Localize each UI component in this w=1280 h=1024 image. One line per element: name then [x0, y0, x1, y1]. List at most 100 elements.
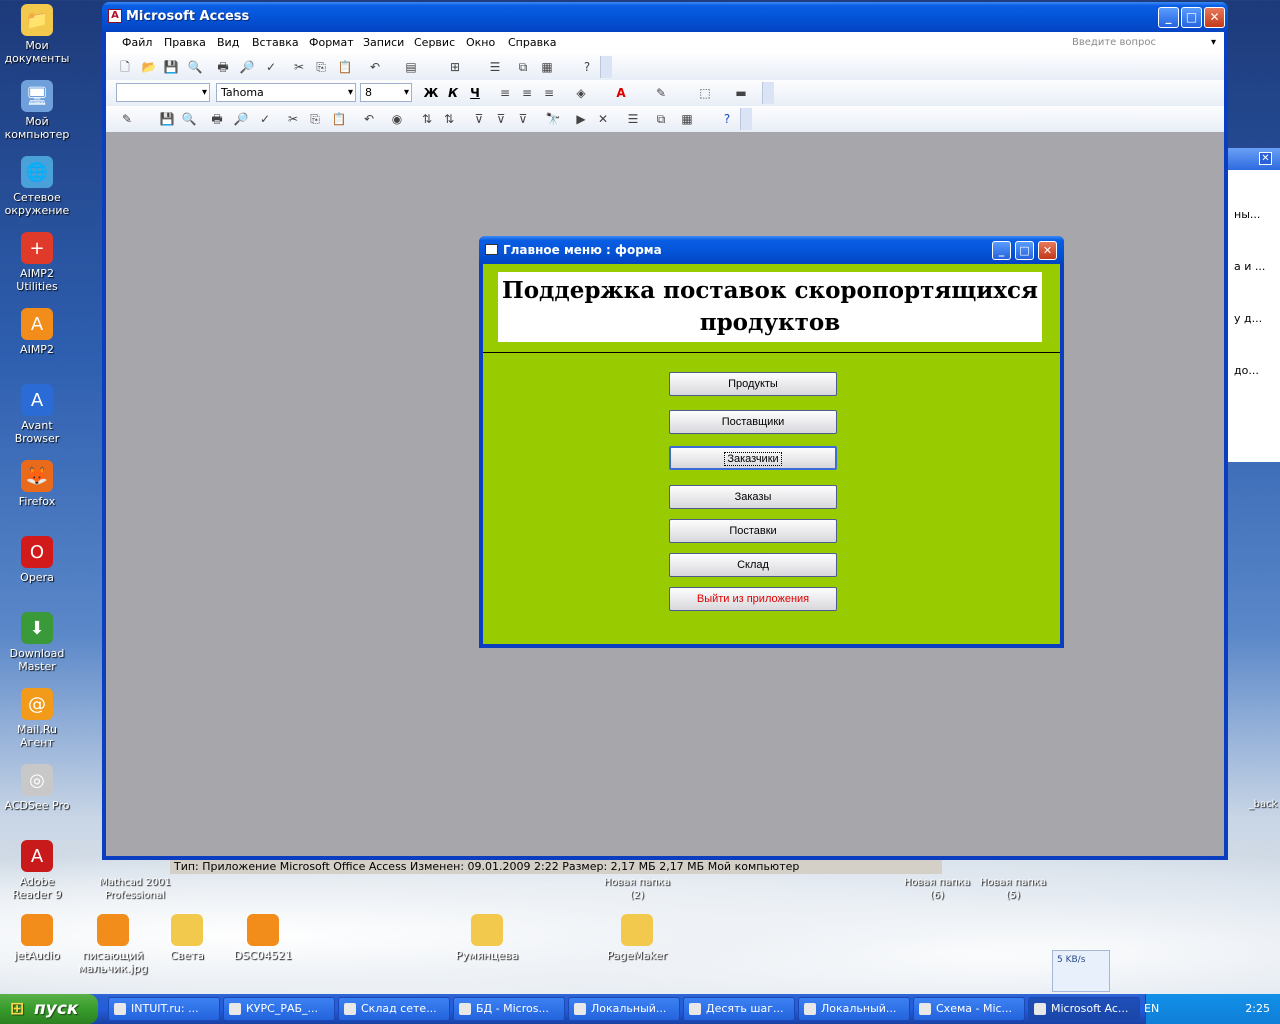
desktop-icon-label[interactable]: Mathcad 2001 Professional: [98, 876, 172, 902]
menu-edit[interactable]: Правка: [164, 36, 206, 49]
close-icon[interactable]: ✕: [1259, 152, 1272, 165]
desktop-icon[interactable]: @ Mail.Ru Агент: [0, 688, 74, 749]
office-links-icon[interactable]: ▤: [402, 58, 420, 76]
open-icon[interactable]: 📂: [140, 58, 158, 76]
desktop-icon[interactable]: A Adobe Reader 9: [0, 840, 74, 901]
maximize-button[interactable]: □: [1181, 7, 1202, 28]
desktop-icon-label[interactable]: _back: [1226, 798, 1280, 811]
menu-window[interactable]: Окно: [466, 36, 495, 49]
save-icon[interactable]: 💾: [162, 58, 180, 76]
menu-help[interactable]: Справка: [508, 36, 556, 49]
toolbar-options-icon[interactable]: [762, 82, 774, 104]
object-combo[interactable]: [116, 83, 210, 102]
search-icon[interactable]: 🔍: [186, 58, 204, 76]
analyze-icon[interactable]: ⊞: [446, 58, 464, 76]
find-icon[interactable]: 🔭: [544, 110, 562, 128]
desktop-icon[interactable]: PageMaker: [600, 914, 674, 962]
products-button[interactable]: Продукты: [669, 372, 837, 396]
menu-format[interactable]: Формат: [309, 36, 354, 49]
toolbar-options-icon[interactable]: [740, 108, 752, 130]
bold-button[interactable]: Ж: [422, 84, 440, 102]
taskbar-button[interactable]: INTUIT.ru: ...: [108, 997, 220, 1021]
desktop-icon[interactable]: писающий мальчик.jpg: [76, 914, 150, 975]
warehouse-button[interactable]: Склад: [669, 553, 837, 577]
taskbar-button[interactable]: Локальный...: [568, 997, 680, 1021]
align-left-icon[interactable]: ≡: [496, 84, 514, 102]
menu-insert[interactable]: Вставка: [252, 36, 299, 49]
desktop-icon-label[interactable]: Новая папка (6): [900, 876, 974, 902]
paste-icon[interactable]: 📋: [330, 110, 348, 128]
font-size-combo[interactable]: 8: [360, 83, 412, 102]
apply-filter-icon[interactable]: ⊽: [514, 110, 532, 128]
list-item[interactable]: у д...: [1234, 312, 1262, 325]
access-titlebar[interactable]: A Microsoft Access _ □ ✕: [102, 2, 1228, 32]
undo-icon[interactable]: ↶: [366, 58, 384, 76]
insert-hyperlink-icon[interactable]: ◉: [388, 110, 406, 128]
properties-icon[interactable]: ☰: [624, 110, 642, 128]
clock[interactable]: 2:25: [1245, 1002, 1270, 1015]
menu-view[interactable]: Вид: [217, 36, 239, 49]
font-name-combo[interactable]: Tahoma: [216, 83, 356, 102]
italic-button[interactable]: К: [444, 84, 462, 102]
border-icon[interactable]: ⬚: [696, 84, 714, 102]
desktop-icon[interactable]: ◎ ACDSee Pro: [0, 764, 74, 812]
spelling-icon[interactable]: ✓: [262, 58, 280, 76]
align-right-icon[interactable]: ≡: [540, 84, 558, 102]
customers-button[interactable]: Заказчики: [669, 446, 837, 470]
search-icon[interactable]: 🔍: [180, 110, 198, 128]
help-icon[interactable]: ?: [578, 58, 596, 76]
form-minimize-button[interactable]: _: [992, 241, 1011, 260]
close-button[interactable]: ✕: [1204, 7, 1225, 28]
desktop-icon[interactable]: 🦊 Firefox: [0, 460, 74, 508]
ask-question-input[interactable]: Введите вопрос: [1068, 35, 1218, 51]
copy-icon[interactable]: ⎘: [306, 110, 324, 128]
line-color-icon[interactable]: ✎: [652, 84, 670, 102]
font-color-icon[interactable]: A: [612, 84, 630, 102]
desktop-icon[interactable]: O Opera: [0, 536, 74, 584]
view-icon[interactable]: ✎: [118, 110, 136, 128]
desktop-icon[interactable]: ⬇ Download Master: [0, 612, 74, 673]
minimize-button[interactable]: _: [1158, 7, 1179, 28]
properties-icon[interactable]: ☰: [486, 58, 504, 76]
desktop-icon[interactable]: Света: [150, 914, 224, 962]
new-object-icon[interactable]: ▦: [678, 110, 696, 128]
desktop-icon[interactable]: Румянцева: [450, 914, 524, 962]
menu-records[interactable]: Записи: [363, 36, 404, 49]
sort-descending-icon[interactable]: ⇅: [440, 110, 458, 128]
deliveries-button[interactable]: Поставки: [669, 519, 837, 543]
desktop-icon[interactable]: jetAudio: [0, 914, 74, 962]
copy-icon[interactable]: ⎘: [312, 58, 330, 76]
filter-by-form-icon[interactable]: ⊽: [492, 110, 510, 128]
print-preview-icon[interactable]: 🔎: [238, 58, 256, 76]
new-record-icon[interactable]: ▶: [572, 110, 590, 128]
form-close-button[interactable]: ✕: [1038, 241, 1057, 260]
taskbar-button[interactable]: Схема - Mic...: [913, 997, 1025, 1021]
underline-button[interactable]: Ч: [466, 84, 484, 102]
taskbar-button[interactable]: Microsoft Ac...: [1028, 997, 1140, 1021]
desktop-icon[interactable]: + AIMP2 Utilities: [0, 232, 74, 293]
taskbar-button[interactable]: Локальный...: [798, 997, 910, 1021]
spelling-icon[interactable]: ✓: [256, 110, 274, 128]
taskbar-button[interactable]: КУРС_РАБ_...: [223, 997, 335, 1021]
cut-icon[interactable]: ✂: [290, 58, 308, 76]
desktop-icon-label[interactable]: Новая папка (2): [600, 876, 674, 902]
desktop-icon[interactable]: A Avant Browser: [0, 384, 74, 445]
menu-tools[interactable]: Сервис: [414, 36, 455, 49]
filter-by-selection-icon[interactable]: ⊽: [470, 110, 488, 128]
menu-file[interactable]: Файл: [122, 36, 152, 49]
fill-color-icon[interactable]: ◈: [572, 84, 590, 102]
list-item[interactable]: до...: [1234, 364, 1259, 377]
database-window-icon[interactable]: ⧉: [652, 110, 670, 128]
cut-icon[interactable]: ✂: [284, 110, 302, 128]
list-item[interactable]: а и ...: [1234, 260, 1265, 273]
desktop-icon[interactable]: 🖥 Мой компьютер: [0, 80, 74, 141]
align-center-icon[interactable]: ≡: [518, 84, 536, 102]
undo-icon[interactable]: ↶: [360, 110, 378, 128]
print-icon[interactable]: 🖶: [214, 58, 232, 76]
orders-button[interactable]: Заказы: [669, 485, 837, 509]
new-object-icon[interactable]: ▦: [538, 58, 556, 76]
form-maximize-button[interactable]: □: [1015, 241, 1034, 260]
taskbar-button[interactable]: Десять шаг...: [683, 997, 795, 1021]
relationships-icon[interactable]: ⧉: [514, 58, 532, 76]
new-icon[interactable]: 🗋: [116, 58, 134, 76]
